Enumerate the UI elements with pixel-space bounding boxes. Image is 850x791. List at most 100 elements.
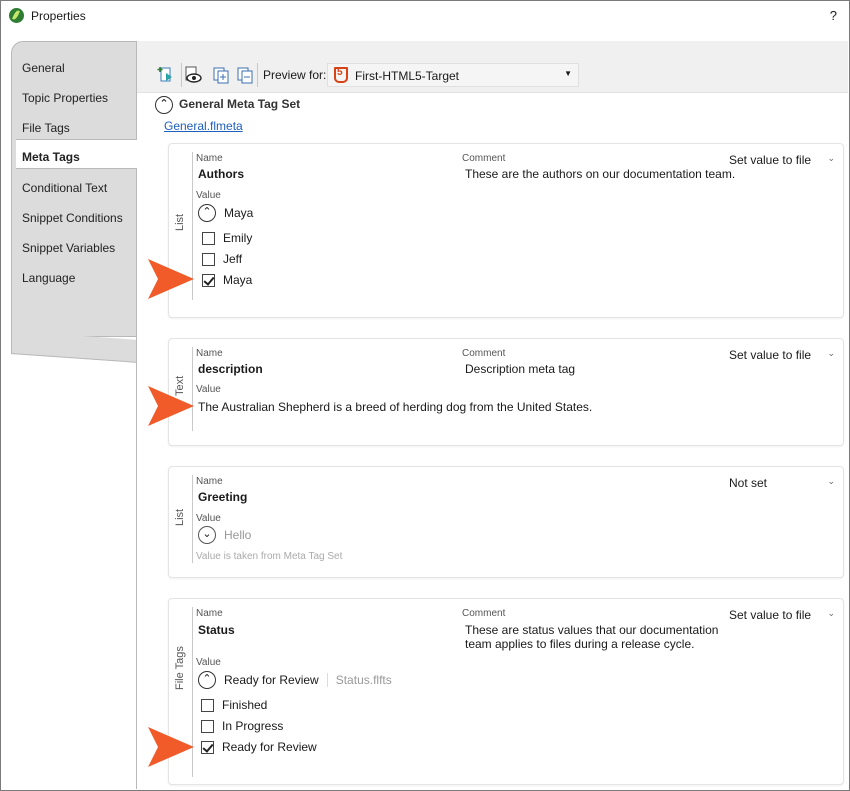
html5-target-icon	[334, 67, 348, 83]
collapse-chevron-icon[interactable]: ⌃	[198, 204, 216, 222]
copy-icon[interactable]	[211, 65, 231, 85]
value-setting-dropdown[interactable]: Set value to file ⌄	[729, 348, 837, 362]
meta-tag-type: List	[174, 213, 186, 231]
title-bar: Properties ?	[1, 1, 849, 31]
meta-tag-type: List	[174, 508, 186, 526]
chevron-down-icon: ⌄	[827, 348, 835, 358]
option-label: Jeff	[223, 252, 243, 266]
checkbox-checked[interactable]	[201, 740, 214, 754]
value-setting-dropdown[interactable]: Set value to file ⌄	[729, 608, 837, 622]
meta-tag-comment: Description meta tag	[465, 362, 576, 376]
value-label: Value	[196, 384, 221, 395]
checkbox[interactable]	[201, 698, 214, 712]
value-setting-text: Set value to file	[729, 608, 812, 622]
meta-tag-card-greeting: List Name Greeting Not set ⌄ Value ⌄ Hell…	[168, 466, 844, 578]
callout-arrow-icon	[148, 259, 194, 299]
tab-conditional-text[interactable]: Conditional Text	[12, 171, 136, 201]
callout-arrow-icon	[148, 727, 194, 767]
checkbox[interactable]	[202, 231, 215, 245]
meta-tag-name: Status	[198, 623, 235, 637]
preview-target-value: First-HTML5-Target	[355, 69, 460, 83]
meta-tag-text-value[interactable]: The Australian Shepherd is a breed of he…	[198, 400, 592, 414]
app-logo-icon	[9, 8, 24, 23]
checkbox-checked[interactable]	[202, 273, 215, 287]
meta-tag-card-status: File Tags Name Status Comment These are …	[168, 598, 844, 785]
meta-tag-name: description	[198, 362, 263, 376]
help-button[interactable]: ?	[830, 8, 837, 23]
paste-icon[interactable]	[235, 65, 255, 85]
toolbar-separator	[181, 63, 182, 87]
option-label: Maya	[223, 273, 253, 287]
meta-tag-card-description: Text Name description Comment Descriptio…	[168, 338, 844, 446]
meta-tag-comment: These are status values that our documen…	[465, 623, 719, 651]
value-setting-text: Set value to file	[729, 348, 812, 362]
checkbox[interactable]	[201, 719, 214, 733]
collapse-chevron-icon[interactable]: ⌃	[198, 671, 216, 689]
callout-arrow-icon	[148, 386, 194, 426]
tab-topic-properties[interactable]: Topic Properties	[12, 81, 136, 111]
option-label: Ready for Review	[222, 740, 317, 754]
option-label: Emily	[223, 231, 253, 245]
comment-label: Comment	[462, 153, 506, 164]
list-option[interactable]: Ready for Review	[201, 740, 317, 754]
meta-tag-comment: These are the authors on our documentati…	[465, 167, 736, 181]
preview-icon[interactable]	[183, 65, 203, 85]
list-option[interactable]: Emily	[202, 231, 252, 245]
window-title: Properties	[31, 9, 86, 23]
list-option[interactable]: In Progress	[201, 719, 283, 733]
option-label: In Progress	[222, 719, 284, 733]
tab-general[interactable]: General	[12, 51, 136, 81]
meta-tags-content: Preview for: First-HTML5-Target ▼ ⌃ Gener…	[137, 41, 848, 789]
tab-file-tags[interactable]: File Tags	[12, 111, 136, 141]
tab-meta-tags[interactable]: Meta Tags	[16, 139, 138, 169]
selected-value: Hello	[224, 528, 252, 542]
collapse-chevron-icon[interactable]: ⌃	[155, 96, 173, 114]
selected-value-row[interactable]: ⌄ Hello	[198, 526, 251, 544]
value-setting-text: Not set	[729, 476, 768, 490]
value-label: Value	[196, 190, 221, 201]
expand-chevron-icon[interactable]: ⌄	[198, 526, 216, 544]
list-option[interactable]: Maya	[202, 273, 252, 287]
name-label: Name	[196, 608, 223, 619]
meta-tag-name: Authors	[198, 167, 244, 181]
chevron-down-icon: ⌄	[827, 608, 835, 618]
meta-tag-type: File Tags	[174, 646, 186, 690]
value-label: Value	[196, 513, 221, 524]
add-meta-tag-icon[interactable]	[157, 65, 177, 85]
selected-value-row[interactable]: ⌃ Ready for Review Status.flfts	[198, 671, 392, 689]
chevron-down-icon: ⌄	[827, 476, 835, 486]
value-setting-dropdown[interactable]: Set value to file ⌄	[729, 153, 837, 167]
dropdown-caret-icon: ▼	[564, 69, 572, 78]
source-file-name: Status.flfts	[326, 673, 392, 687]
meta-tag-card-authors: List Name Authors Comment These are the …	[168, 143, 844, 318]
comment-label: Comment	[462, 608, 506, 619]
meta-tag-set-title: General Meta Tag Set	[179, 97, 301, 112]
name-label: Name	[196, 348, 223, 359]
value-source-note: Value is taken from Meta Tag Set	[196, 551, 343, 562]
meta-tag-set-header[interactable]: ⌃ General Meta Tag Set	[155, 96, 300, 114]
meta-tag-name: Greeting	[198, 490, 248, 504]
selected-value: Maya	[224, 206, 254, 220]
selected-value: Ready for Review	[224, 673, 319, 687]
meta-tag-set-file-link[interactable]: General.flmeta	[164, 119, 243, 133]
name-label: Name	[196, 153, 223, 164]
properties-dialog: Properties ? General Topic Properties Fi…	[0, 0, 850, 791]
checkbox[interactable]	[202, 252, 215, 266]
option-label: Finished	[222, 698, 268, 712]
comment-label: Comment	[462, 348, 506, 359]
selected-value-row[interactable]: ⌃ Maya	[198, 204, 253, 222]
value-label: Value	[196, 657, 221, 668]
tab-snippet-conditions[interactable]: Snippet Conditions	[12, 201, 136, 231]
value-setting-dropdown[interactable]: Not set ⌄	[729, 476, 837, 490]
toolbar-separator	[257, 63, 258, 87]
chevron-down-icon: ⌄	[827, 153, 835, 163]
toolbar: Preview for: First-HTML5-Target ▼	[137, 41, 848, 93]
preview-target-dropdown[interactable]: First-HTML5-Target ▼	[327, 63, 579, 87]
name-label: Name	[196, 476, 223, 487]
list-option[interactable]: Finished	[201, 698, 267, 712]
tab-language[interactable]: Language	[12, 261, 136, 291]
tab-snippet-variables[interactable]: Snippet Variables	[12, 231, 136, 261]
preview-for-label: Preview for:	[263, 68, 327, 82]
list-option[interactable]: Jeff	[202, 252, 242, 266]
value-setting-text: Set value to file	[729, 153, 812, 167]
